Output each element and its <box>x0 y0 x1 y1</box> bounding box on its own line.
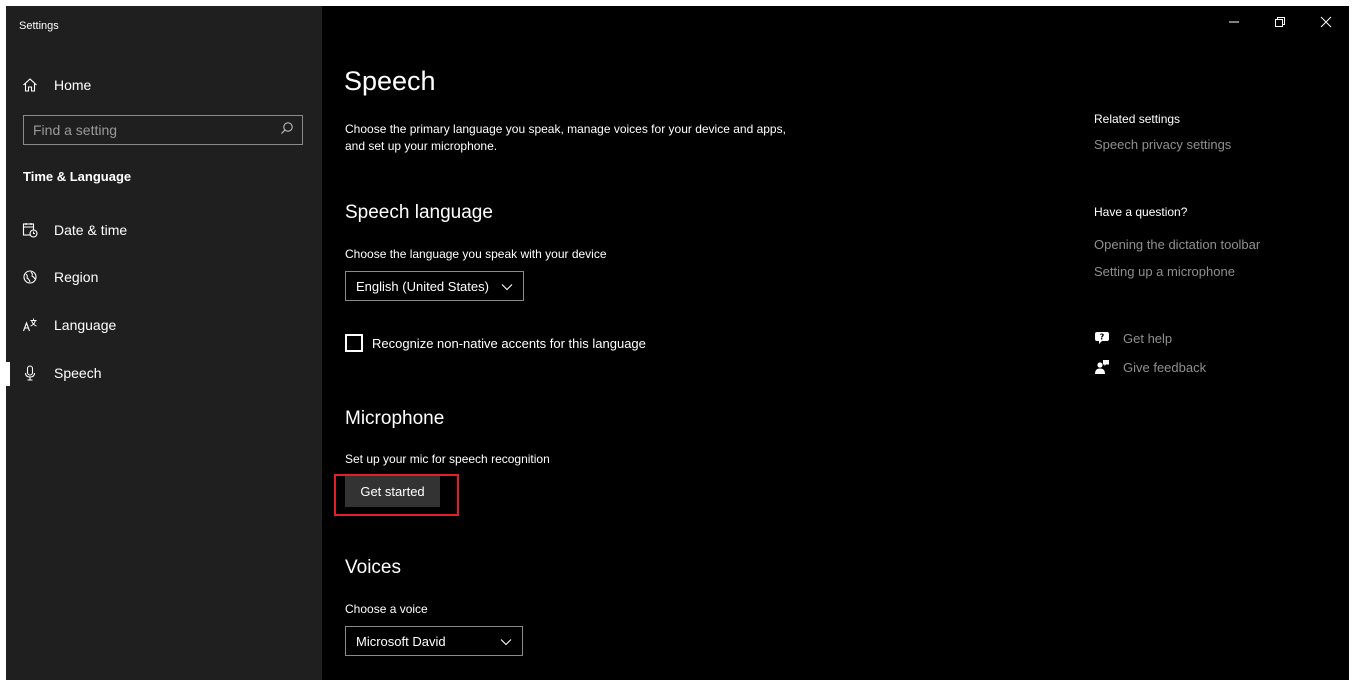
microphone-icon <box>20 363 40 383</box>
voices-label: Choose a voice <box>345 602 428 616</box>
help-chat-icon: ? <box>1094 330 1110 346</box>
related-settings-heading: Related settings <box>1094 112 1181 126</box>
speech-language-label: Choose the language you speak with your … <box>345 247 607 261</box>
window-border-right <box>1349 0 1353 680</box>
speech-language-heading: Speech language <box>345 202 493 223</box>
sidebar-item-region[interactable]: Region <box>20 262 320 292</box>
give-feedback-label: Give feedback <box>1123 359 1207 375</box>
close-icon <box>1320 16 1332 28</box>
sidebar-item-label: Speech <box>54 365 102 381</box>
voices-heading: Voices <box>345 557 401 578</box>
microphone-label: Set up your mic for speech recognition <box>345 452 550 466</box>
page-title: Speech <box>344 66 436 96</box>
setup-microphone-link[interactable]: Setting up a microphone <box>1094 264 1235 279</box>
minimize-button[interactable] <box>1211 6 1257 38</box>
sidebar-item-label: Date & time <box>54 222 128 238</box>
main-content: Speech Choose the primary language you s… <box>322 6 1349 680</box>
globe-icon <box>20 267 40 287</box>
restore-button[interactable] <box>1257 6 1303 38</box>
sidebar: Settings Home Find a setting Time & Lang… <box>6 6 322 680</box>
chevron-down-icon <box>501 279 513 294</box>
get-help-label: Get help <box>1123 330 1173 346</box>
speech-language-selected: English (United States) <box>356 278 489 294</box>
active-indicator <box>6 362 10 386</box>
accents-checkbox-row[interactable]: Recognize non-native accents for this la… <box>345 334 646 352</box>
get-started-button[interactable]: Get started <box>345 476 440 507</box>
section-heading: Time & Language <box>23 169 132 184</box>
calendar-clock-icon <box>20 220 40 240</box>
sidebar-item-label: Language <box>54 317 117 333</box>
give-feedback-link[interactable]: Give feedback <box>1094 359 1206 375</box>
feedback-icon <box>1094 359 1110 375</box>
nav-home[interactable]: Home <box>20 72 310 98</box>
minimize-icon <box>1229 21 1239 23</box>
search-placeholder: Find a setting <box>33 122 118 138</box>
voice-selected: Microsoft David <box>356 633 446 649</box>
svg-text:?: ? <box>1100 333 1105 342</box>
speech-privacy-link[interactable]: Speech privacy settings <box>1094 137 1231 152</box>
close-button[interactable] <box>1303 6 1349 38</box>
settings-window: Settings Home Find a setting Time & Lang… <box>0 0 1353 680</box>
app-title: Settings <box>19 20 59 32</box>
chevron-down-icon <box>500 634 512 649</box>
page-description: Choose the primary language you speak, m… <box>345 122 786 153</box>
window-controls <box>1211 6 1349 38</box>
dictation-toolbar-link[interactable]: Opening the dictation toolbar <box>1094 237 1260 252</box>
language-icon <box>20 315 40 335</box>
accents-checkbox-label: Recognize non-native accents for this la… <box>372 335 646 351</box>
sidebar-item-language[interactable]: Language <box>20 310 320 340</box>
accents-checkbox[interactable] <box>345 334 363 352</box>
microphone-heading: Microphone <box>345 408 445 429</box>
nav-home-label: Home <box>54 77 92 93</box>
have-a-question-heading: Have a question? <box>1094 205 1188 219</box>
restore-icon <box>1275 17 1285 27</box>
speech-language-dropdown[interactable]: English (United States) <box>345 271 524 301</box>
sidebar-item-speech[interactable]: Speech <box>20 358 320 388</box>
search-input[interactable]: Find a setting <box>23 115 303 145</box>
sidebar-item-date-time[interactable]: Date & time <box>20 215 320 245</box>
sidebar-item-label: Region <box>54 269 99 285</box>
voice-dropdown[interactable]: Microsoft David <box>345 626 523 656</box>
get-help-link[interactable]: ? Get help <box>1094 330 1172 346</box>
search-icon <box>280 121 294 140</box>
home-icon <box>20 75 40 95</box>
